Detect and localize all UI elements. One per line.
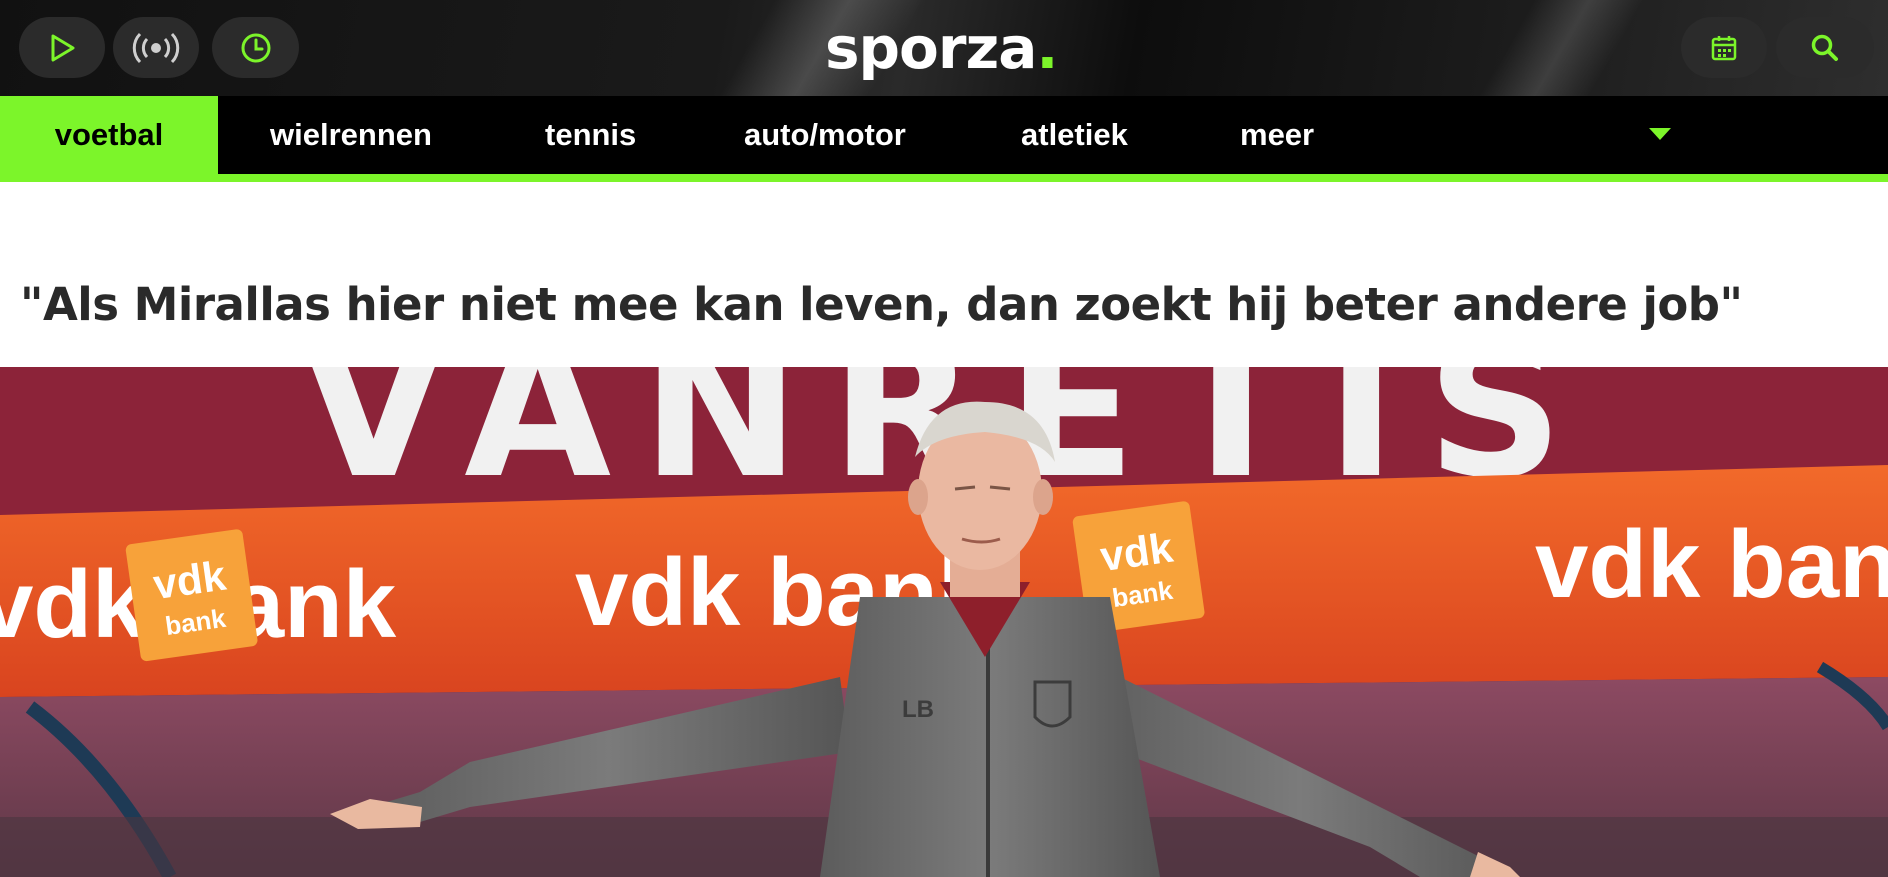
clock-icon [241,33,270,62]
live-radio-button[interactable] [113,17,199,78]
article-hero-image: VANRETIS vdk bank vdk bank vdk bank vdk … [0,367,1888,877]
svg-text:vdk: vdk [150,551,229,608]
sponsor-logo: vdk bank [125,529,258,662]
play-button[interactable] [19,17,105,78]
recent-button[interactable] [212,17,299,78]
play-icon [51,34,75,61]
sporza-logo[interactable]: sporza. [825,10,1058,86]
live-radio-icon [132,32,180,63]
sponsor-text-right: vdk bank [1535,511,1888,618]
nav-item-atletiek[interactable]: atletiek [1021,96,1128,174]
header-decoration [1442,0,1668,96]
hero-photo-illustration: VANRETIS vdk bank vdk bank vdk bank vdk … [0,367,1888,877]
article-headline: "Als Mirallas hier niet mee kan leven, d… [20,278,1743,331]
logo-text: sporza [825,14,1037,82]
logo-dot: . [1036,14,1058,82]
search-icon [1811,34,1838,61]
sport-navigation: voetbal wielrennen tennis auto/motor atl… [0,96,1888,182]
search-button[interactable] [1776,17,1874,78]
top-header: sporza. [0,0,1888,96]
nav-item-tennis[interactable]: tennis [545,96,636,174]
svg-text:vdk: vdk [1097,523,1176,580]
nav-item-auto-motor[interactable]: auto/motor [744,96,906,174]
nav-item-meer[interactable]: meer [1240,96,1314,174]
calendar-button[interactable] [1681,17,1767,78]
jacket-initials: LB [902,696,934,723]
chevron-down-icon[interactable] [1648,126,1672,142]
nav-item-voetbal[interactable]: voetbal [0,96,218,174]
nav-item-wielrennen[interactable]: wielrennen [270,96,432,174]
calendar-icon [1711,35,1737,60]
